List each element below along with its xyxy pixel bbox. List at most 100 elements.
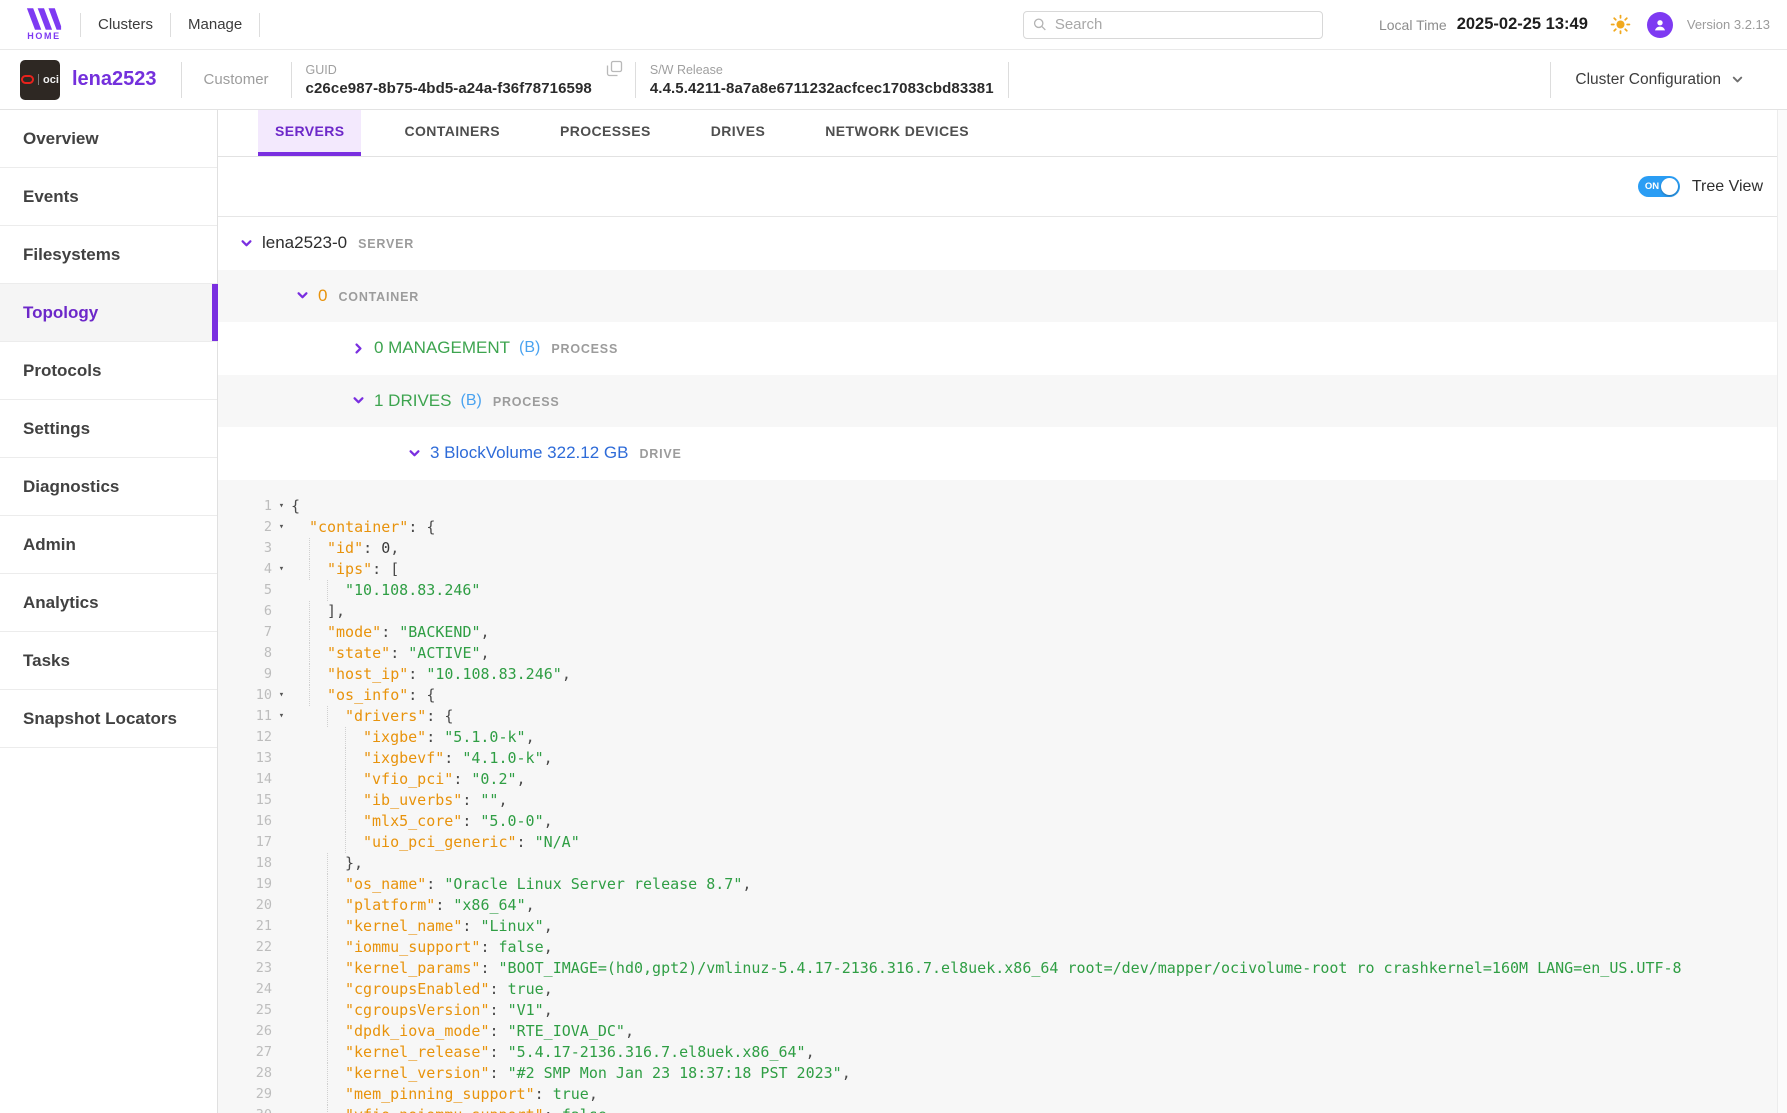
indent-guide <box>309 622 327 643</box>
json-key: "kernel_release" <box>345 1042 490 1063</box>
fold-toggle-icon[interactable]: ▾ <box>272 496 291 517</box>
tree-node-process[interactable]: 1 DRIVES(B)PROCESS <box>218 375 1787 428</box>
collapse-chevron-icon[interactable] <box>352 394 365 407</box>
tab-processes[interactable]: PROCESSES <box>543 110 668 156</box>
line-number: 30 <box>218 1105 272 1113</box>
indent-guide <box>309 979 327 1000</box>
json-key: "mode" <box>327 622 381 643</box>
json-string: "0.2" <box>471 769 516 790</box>
tree-node-name[interactable]: 3 BlockVolume 322.12 GB <box>430 443 628 463</box>
vertical-scrollbar[interactable] <box>1777 110 1787 1113</box>
code-line: 19"os_name": "Oracle Linux Server releas… <box>218 874 1787 895</box>
indent-guide <box>291 1105 309 1113</box>
tree-view-toggle[interactable]: ON <box>1638 176 1680 197</box>
json-boolean: false <box>499 937 544 958</box>
json-key: "mlx5_core" <box>363 811 462 832</box>
line-number: 12 <box>218 727 272 748</box>
collapse-chevron-icon[interactable] <box>240 237 253 250</box>
expand-chevron-icon[interactable] <box>352 342 365 355</box>
json-string: "4.1.0-k" <box>462 748 543 769</box>
fold-spacer <box>272 664 291 685</box>
sidebar-item-admin[interactable]: Admin <box>0 516 217 574</box>
line-number: 3 <box>218 538 272 559</box>
sidebar-item-topology[interactable]: Topology <box>0 284 217 342</box>
line-number: 9 <box>218 664 272 685</box>
home-logo[interactable]: HOME <box>26 8 62 41</box>
indent-guide <box>327 979 345 1000</box>
fold-toggle-icon[interactable]: ▾ <box>272 685 291 706</box>
fold-spacer <box>272 1021 291 1042</box>
fold-spacer <box>272 1000 291 1021</box>
fold-spacer <box>272 853 291 874</box>
line-number: 2 <box>218 517 272 538</box>
fold-spacer <box>272 580 291 601</box>
chevron-down-icon <box>1731 73 1744 86</box>
json-punctuation: , <box>562 664 571 685</box>
json-punctuation: : [ <box>372 559 399 580</box>
tab-servers[interactable]: SERVERS <box>258 110 361 156</box>
tree-node-name: 0 MANAGEMENT <box>374 338 510 358</box>
tree-node-type-label: SERVER <box>358 235 414 251</box>
sidebar-item-filesystems[interactable]: Filesystems <box>0 226 217 284</box>
tree-node-server[interactable]: lena2523-0SERVER <box>218 217 1787 270</box>
search-input[interactable] <box>1023 11 1323 39</box>
json-key: "kernel_version" <box>345 1063 490 1084</box>
tab-label: SERVERS <box>275 123 344 139</box>
fold-toggle-icon[interactable]: ▾ <box>272 517 291 538</box>
fold-spacer <box>272 832 291 853</box>
tree-node-name: 0 <box>318 286 327 306</box>
guid-value: c26ce987-8b75-4bd5-a24a-f36f78716598 <box>306 80 592 97</box>
sidebar-item-overview[interactable]: Overview <box>0 110 217 168</box>
tree-view-toolbar: ON Tree View <box>218 157 1787 217</box>
line-number: 15 <box>218 790 272 811</box>
json-key: "os_info" <box>327 685 408 706</box>
indent-guide <box>309 559 327 580</box>
json-punctuation: : <box>435 895 453 916</box>
tab-containers[interactable]: CONTAINERS <box>387 110 517 156</box>
sidebar-item-label: Filesystems <box>23 245 120 265</box>
divider <box>80 13 81 37</box>
tree-node-container[interactable]: 0CONTAINER <box>218 270 1787 323</box>
sidebar-item-events[interactable]: Events <box>0 168 217 226</box>
json-punctuation: : <box>490 1021 508 1042</box>
json-key: "id" <box>327 538 363 559</box>
user-avatar[interactable] <box>1647 12 1673 38</box>
collapse-chevron-icon[interactable] <box>296 289 309 302</box>
indent-guide <box>291 1042 309 1063</box>
json-code-viewer: 1▾{2▾"container": {3"id": 0,4▾"ips": [5"… <box>218 480 1787 1113</box>
indent-guide <box>291 538 309 559</box>
guid-block: GUID c26ce987-8b75-4bd5-a24a-f36f7871659… <box>306 63 592 97</box>
json-punctuation: : { <box>426 706 453 727</box>
indent-guide <box>327 832 345 853</box>
json-punctuation: : <box>490 1000 508 1021</box>
tree-node-drive[interactable]: 3 BlockVolume 322.12 GB DRIVE <box>218 427 1787 480</box>
nav-clusters[interactable]: Clusters <box>98 16 153 33</box>
collapse-chevron-icon[interactable] <box>408 447 421 460</box>
tree-node-type-label: PROCESS <box>493 393 560 409</box>
nav-manage[interactable]: Manage <box>188 16 242 33</box>
tab-drives[interactable]: DRIVES <box>694 110 783 156</box>
sidebar-item-analytics[interactable]: Analytics <box>0 574 217 632</box>
fold-toggle-icon[interactable]: ▾ <box>272 559 291 580</box>
indent-guide <box>327 706 345 727</box>
version-label: Version 3.2.13 <box>1687 17 1770 32</box>
tree-node-type-label: DRIVE <box>639 445 681 461</box>
cluster-configuration-button[interactable]: Cluster Configuration <box>1575 71 1744 89</box>
code-line: 5"10.108.83.246" <box>218 580 1787 601</box>
sidebar-item-settings[interactable]: Settings <box>0 400 217 458</box>
sidebar-item-tasks[interactable]: Tasks <box>0 632 217 690</box>
search-field[interactable] <box>1055 16 1313 33</box>
copy-guid-button[interactable] <box>606 60 623 77</box>
fold-toggle-icon[interactable]: ▾ <box>272 706 291 727</box>
indent-guide <box>309 937 327 958</box>
tree-node-process[interactable]: 0 MANAGEMENT(B)PROCESS <box>218 322 1787 375</box>
sidebar-item-protocols[interactable]: Protocols <box>0 342 217 400</box>
sw-release-label: S/W Release <box>650 63 994 77</box>
theme-sun-icon[interactable] <box>1610 14 1631 35</box>
tab-network-devices[interactable]: NETWORK DEVICES <box>808 110 986 156</box>
indent-guide <box>309 832 327 853</box>
cluster-name[interactable]: lena2523 <box>72 68 157 91</box>
json-punctuation: }, <box>345 853 363 874</box>
sidebar-item-snapshot-locators[interactable]: Snapshot Locators <box>0 690 217 748</box>
sidebar-item-diagnostics[interactable]: Diagnostics <box>0 458 217 516</box>
